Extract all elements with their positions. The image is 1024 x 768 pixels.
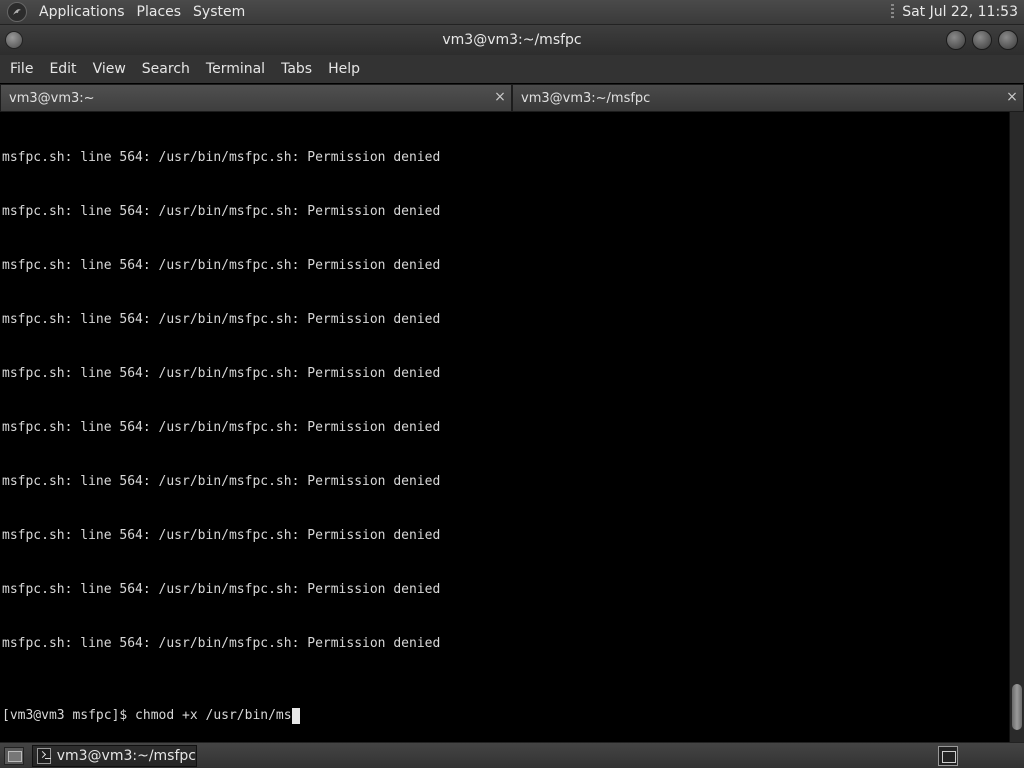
tab-home[interactable]: vm3@vm3:~ ×: [0, 84, 512, 112]
clock[interactable]: Sat Jul 22, 11:53: [902, 4, 1018, 20]
terminal-output[interactable]: msfpc.sh: line 564: /usr/bin/msfpc.sh: P…: [0, 112, 1009, 742]
tab-label: vm3@vm3:~: [9, 90, 95, 106]
output-line: msfpc.sh: line 564: /usr/bin/msfpc.sh: P…: [2, 204, 441, 219]
workspace-switcher-icon[interactable]: [938, 745, 958, 766]
window-title: vm3@vm3:~/msfpc: [442, 32, 582, 48]
minimize-button[interactable]: [946, 30, 966, 50]
menu-edit[interactable]: Edit: [41, 61, 84, 77]
tab-msfpc[interactable]: vm3@vm3:~/msfpc ×: [512, 84, 1024, 112]
close-icon[interactable]: ×: [1005, 90, 1019, 104]
close-icon[interactable]: ×: [493, 90, 507, 104]
places-menu[interactable]: Places: [131, 4, 188, 20]
scrollbar-thumb[interactable]: [1012, 684, 1022, 730]
tab-label: vm3@vm3:~/msfpc: [521, 90, 651, 106]
output-line: msfpc.sh: line 564: /usr/bin/msfpc.sh: P…: [2, 582, 441, 597]
output-line: msfpc.sh: line 564: /usr/bin/msfpc.sh: P…: [2, 474, 441, 489]
output-line: msfpc.sh: line 564: /usr/bin/msfpc.sh: P…: [2, 420, 441, 435]
text-cursor: [291, 708, 300, 724]
panel-grip-icon[interactable]: [891, 4, 895, 20]
tab-bar: vm3@vm3:~ × vm3@vm3:~/msfpc ×: [0, 84, 1024, 112]
top-panel: Applications Places System Sat Jul 22, 1…: [0, 0, 1024, 25]
task-label: vm3@vm3:~/msfpc: [56, 747, 196, 764]
system-menu[interactable]: System: [187, 4, 251, 20]
show-desktop-icon[interactable]: [4, 746, 24, 765]
output-line: msfpc.sh: line 564: /usr/bin/msfpc.sh: P…: [2, 150, 441, 165]
menubar: File Edit View Search Terminal Tabs Help: [0, 55, 1024, 83]
applications-menu[interactable]: Applications: [33, 4, 131, 20]
window-menu-button[interactable]: [5, 31, 23, 49]
taskbar-window-button[interactable]: vm3@vm3:~/msfpc: [32, 744, 197, 767]
output-line: msfpc.sh: line 564: /usr/bin/msfpc.sh: P…: [2, 258, 441, 273]
command-prompt[interactable]: [vm3@vm3 msfpc]$ chmod +x /usr/bin/ms: [2, 708, 300, 724]
menu-search[interactable]: Search: [134, 61, 198, 77]
close-window-button[interactable]: [998, 30, 1018, 50]
maximize-button[interactable]: [972, 30, 992, 50]
prompt-text: [vm3@vm3 msfpc]$ chmod +x /usr/bin/ms: [2, 708, 292, 723]
menu-tabs[interactable]: Tabs: [273, 61, 320, 77]
menu-file[interactable]: File: [2, 61, 41, 77]
output-line: msfpc.sh: line 564: /usr/bin/msfpc.sh: P…: [2, 636, 441, 651]
menu-help[interactable]: Help: [320, 61, 368, 77]
menu-terminal[interactable]: Terminal: [198, 61, 273, 77]
bottom-panel: vm3@vm3:~/msfpc: [0, 742, 1024, 768]
output-line: msfpc.sh: line 564: /usr/bin/msfpc.sh: P…: [2, 528, 441, 543]
window-controls: [946, 30, 1018, 50]
menu-view[interactable]: View: [85, 61, 134, 77]
terminal-scrollbar[interactable]: [1009, 112, 1024, 742]
terminal-icon: [37, 747, 51, 764]
output-line: msfpc.sh: line 564: /usr/bin/msfpc.sh: P…: [2, 366, 441, 381]
output-line: msfpc.sh: line 564: /usr/bin/msfpc.sh: P…: [2, 312, 441, 327]
window-titlebar[interactable]: vm3@vm3:~/msfpc: [0, 25, 1024, 55]
app-logo-icon[interactable]: [7, 2, 27, 22]
